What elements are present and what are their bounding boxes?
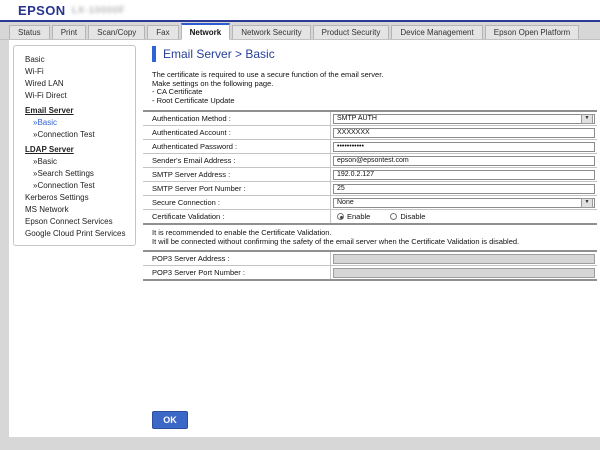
pop3-server-address-input (333, 254, 595, 264)
sidebar-item-google-cloud-print-services[interactable]: Google Cloud Print Services (14, 227, 135, 239)
field-label: SMTP Server Port Number : (143, 182, 330, 195)
table-row: Authenticated Password : (143, 140, 597, 154)
table-row: POP3 Server Port Number : (143, 266, 597, 279)
table-row: SMTP Server Port Number : (143, 182, 597, 196)
intro-line: - Root Certificate Update (152, 97, 597, 106)
page-title-row: Email Server > Basic (152, 45, 597, 63)
app-header: EPSON LX-10000F (0, 0, 600, 20)
tab-network-security[interactable]: Network Security (232, 25, 310, 39)
authenticated-password-input[interactable] (333, 142, 595, 152)
sidebar-group-ldap-server[interactable]: LDAP Server (14, 143, 135, 155)
tab-print[interactable]: Print (52, 25, 86, 39)
authenticated-account-input[interactable] (333, 128, 595, 138)
smtp-server-address-input[interactable] (333, 170, 595, 180)
certificate-validation-note: It is recommended to enable the Certific… (152, 229, 597, 246)
epson-logo: EPSON (18, 3, 66, 18)
field-label: Authenticated Account : (143, 126, 330, 139)
network-sidebar: Basic Wi-Fi Wired LAN Wi-Fi Direct Email… (13, 45, 136, 246)
radio-checked-icon (337, 213, 344, 220)
page-title: Email Server > Basic (163, 47, 275, 61)
chevron-down-icon: ▼ (581, 114, 593, 124)
sidebar-item-ms-network[interactable]: MS Network (14, 203, 135, 215)
tab-status[interactable]: Status (9, 25, 50, 39)
table-row: Certificate Validation : Enable Disable (143, 210, 597, 223)
field-label: SMTP Server Address : (143, 168, 330, 181)
secure-connection-select[interactable]: None ▼ (333, 198, 595, 208)
main-tab-bar: Status Print Scan/Copy Fax Network Netwo… (0, 22, 600, 40)
email-server-settings-table: Authentication Method : SMTP AUTH ▼ Auth… (143, 110, 597, 225)
left-gutter (0, 40, 9, 437)
intro-line: Make settings on the following page. (152, 80, 597, 89)
sidebar-item-email-server-connection-test[interactable]: »Connection Test (14, 128, 135, 140)
field-label: Certificate Validation : (143, 210, 330, 223)
note-line: It will be connected without confirming … (152, 238, 597, 247)
authentication-method-select[interactable]: SMTP AUTH ▼ (333, 114, 595, 124)
radio-label: Disable (400, 212, 425, 221)
field-label: Authenticated Password : (143, 140, 330, 153)
table-row: Sender's Email Address : (143, 154, 597, 168)
certificate-validation-enable-radio[interactable]: Enable (337, 212, 370, 221)
sidebar-item-wired-lan[interactable]: Wired LAN (14, 77, 135, 89)
ok-button[interactable]: OK (152, 411, 188, 429)
tab-fax[interactable]: Fax (147, 25, 178, 39)
pop3-server-port-number-input (333, 268, 595, 278)
sidebar-item-ldap-basic[interactable]: »Basic (14, 155, 135, 167)
field-label: Authentication Method : (143, 112, 330, 125)
selected-value: SMTP AUTH (337, 115, 377, 122)
tab-scan-copy[interactable]: Scan/Copy (88, 25, 145, 39)
sidebar-item-ldap-search-settings[interactable]: »Search Settings (14, 167, 135, 179)
sidebar-item-basic[interactable]: Basic (14, 53, 135, 65)
tab-epson-open-platform[interactable]: Epson Open Platform (485, 25, 579, 39)
tab-product-security[interactable]: Product Security (313, 25, 390, 39)
certificate-validation-disable-radio[interactable]: Disable (390, 212, 425, 221)
pop3-settings-table: POP3 Server Address : POP3 Server Port N… (143, 250, 597, 281)
selected-value: None (337, 199, 354, 206)
certificate-validation-radio-group: Enable Disable (333, 212, 425, 221)
tab-device-management[interactable]: Device Management (391, 25, 482, 39)
sidebar-item-epson-connect-services[interactable]: Epson Connect Services (14, 215, 135, 227)
table-row: Authentication Method : SMTP AUTH ▼ (143, 112, 597, 126)
sidebar-item-wifi[interactable]: Wi-Fi (14, 65, 135, 77)
senders-email-address-input[interactable] (333, 156, 595, 166)
main-content: Email Server > Basic The certificate is … (143, 45, 597, 281)
radio-unchecked-icon (390, 213, 397, 220)
field-label: Secure Connection : (143, 196, 330, 209)
chevron-down-icon: ▼ (581, 198, 593, 208)
sidebar-item-kerberos-settings[interactable]: Kerberos Settings (14, 191, 135, 203)
table-row: POP3 Server Address : (143, 252, 597, 266)
table-row: SMTP Server Address : (143, 168, 597, 182)
field-label: POP3 Server Address : (143, 252, 330, 265)
tab-network[interactable]: Network (181, 23, 231, 40)
sidebar-group-email-server[interactable]: Email Server (14, 104, 135, 116)
title-accent-bar (152, 46, 156, 62)
smtp-server-port-number-input[interactable] (333, 184, 595, 194)
radio-label: Enable (347, 212, 370, 221)
field-label: Sender's Email Address : (143, 154, 330, 167)
field-label: POP3 Server Port Number : (143, 266, 330, 279)
table-row: Secure Connection : None ▼ (143, 196, 597, 210)
sidebar-item-ldap-connection-test[interactable]: »Connection Test (14, 179, 135, 191)
table-row: Authenticated Account : (143, 126, 597, 140)
printer-model: LX-10000F (72, 5, 126, 15)
sidebar-item-wifi-direct[interactable]: Wi-Fi Direct (14, 89, 135, 101)
bottom-gutter (0, 437, 600, 450)
intro-text: The certificate is required to use a sec… (152, 71, 597, 105)
sidebar-item-email-server-basic[interactable]: »Basic (14, 116, 135, 128)
